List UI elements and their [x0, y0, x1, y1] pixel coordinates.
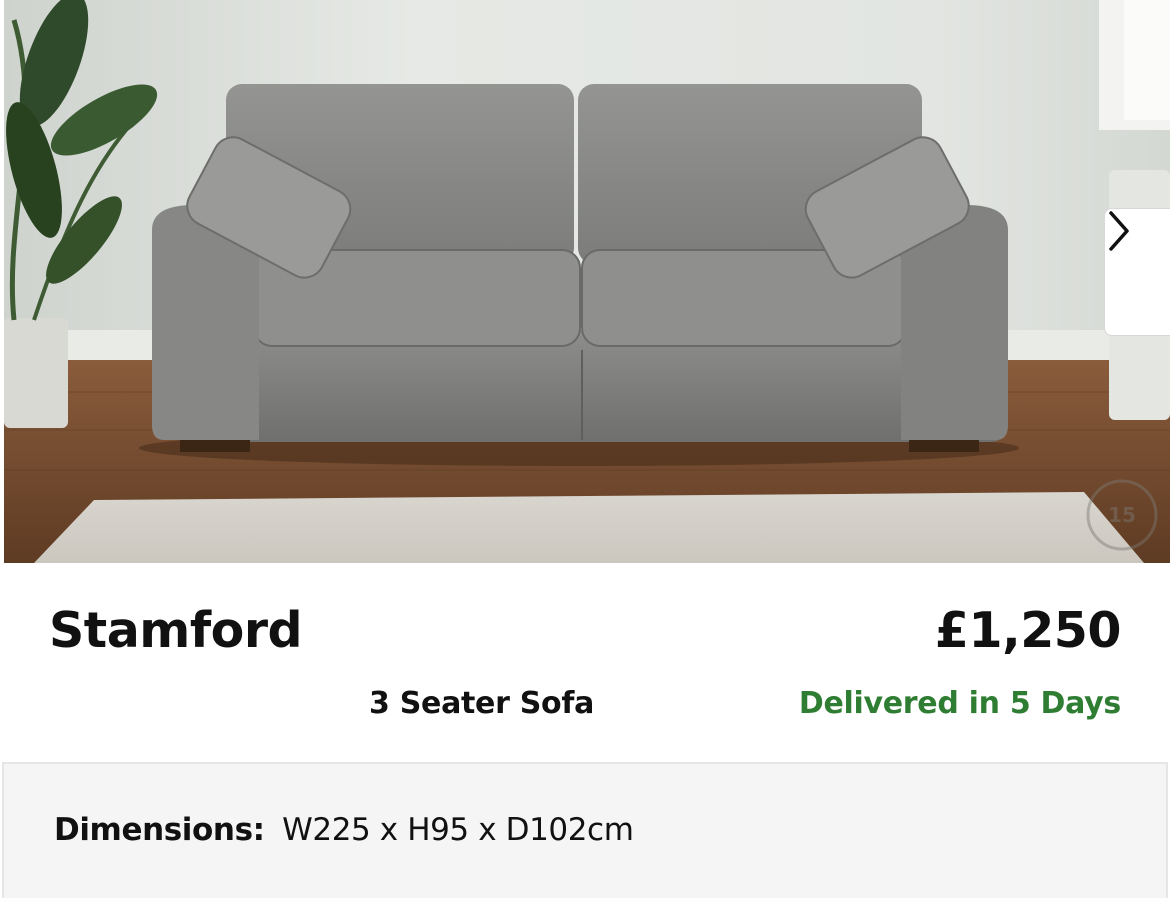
sofa-illustration: 15	[4, 0, 1170, 563]
dimensions-label: Dimensions:	[54, 812, 265, 848]
product-price: £1,250	[934, 602, 1122, 659]
next-image-button[interactable]	[1104, 208, 1170, 336]
dimensions-panel: Dimensions: W225 x H95 x D102cm	[2, 762, 1168, 898]
chevron-right-icon	[1109, 211, 1129, 251]
product-image[interactable]: 15	[4, 0, 1170, 563]
product-card: 15 Stamford £1,250 3 Seater Sofa Deliver…	[0, 0, 1170, 898]
warranty-badge-text: 15	[1108, 503, 1136, 527]
product-type: 3 Seater Sofa	[369, 686, 595, 721]
dimensions-row: Dimensions: W225 x H95 x D102cm	[54, 812, 634, 848]
dimensions-value: W225 x H95 x D102cm	[282, 812, 634, 848]
product-name: Stamford	[49, 602, 303, 659]
delivery-info: Delivered in 5 Days	[798, 686, 1121, 721]
